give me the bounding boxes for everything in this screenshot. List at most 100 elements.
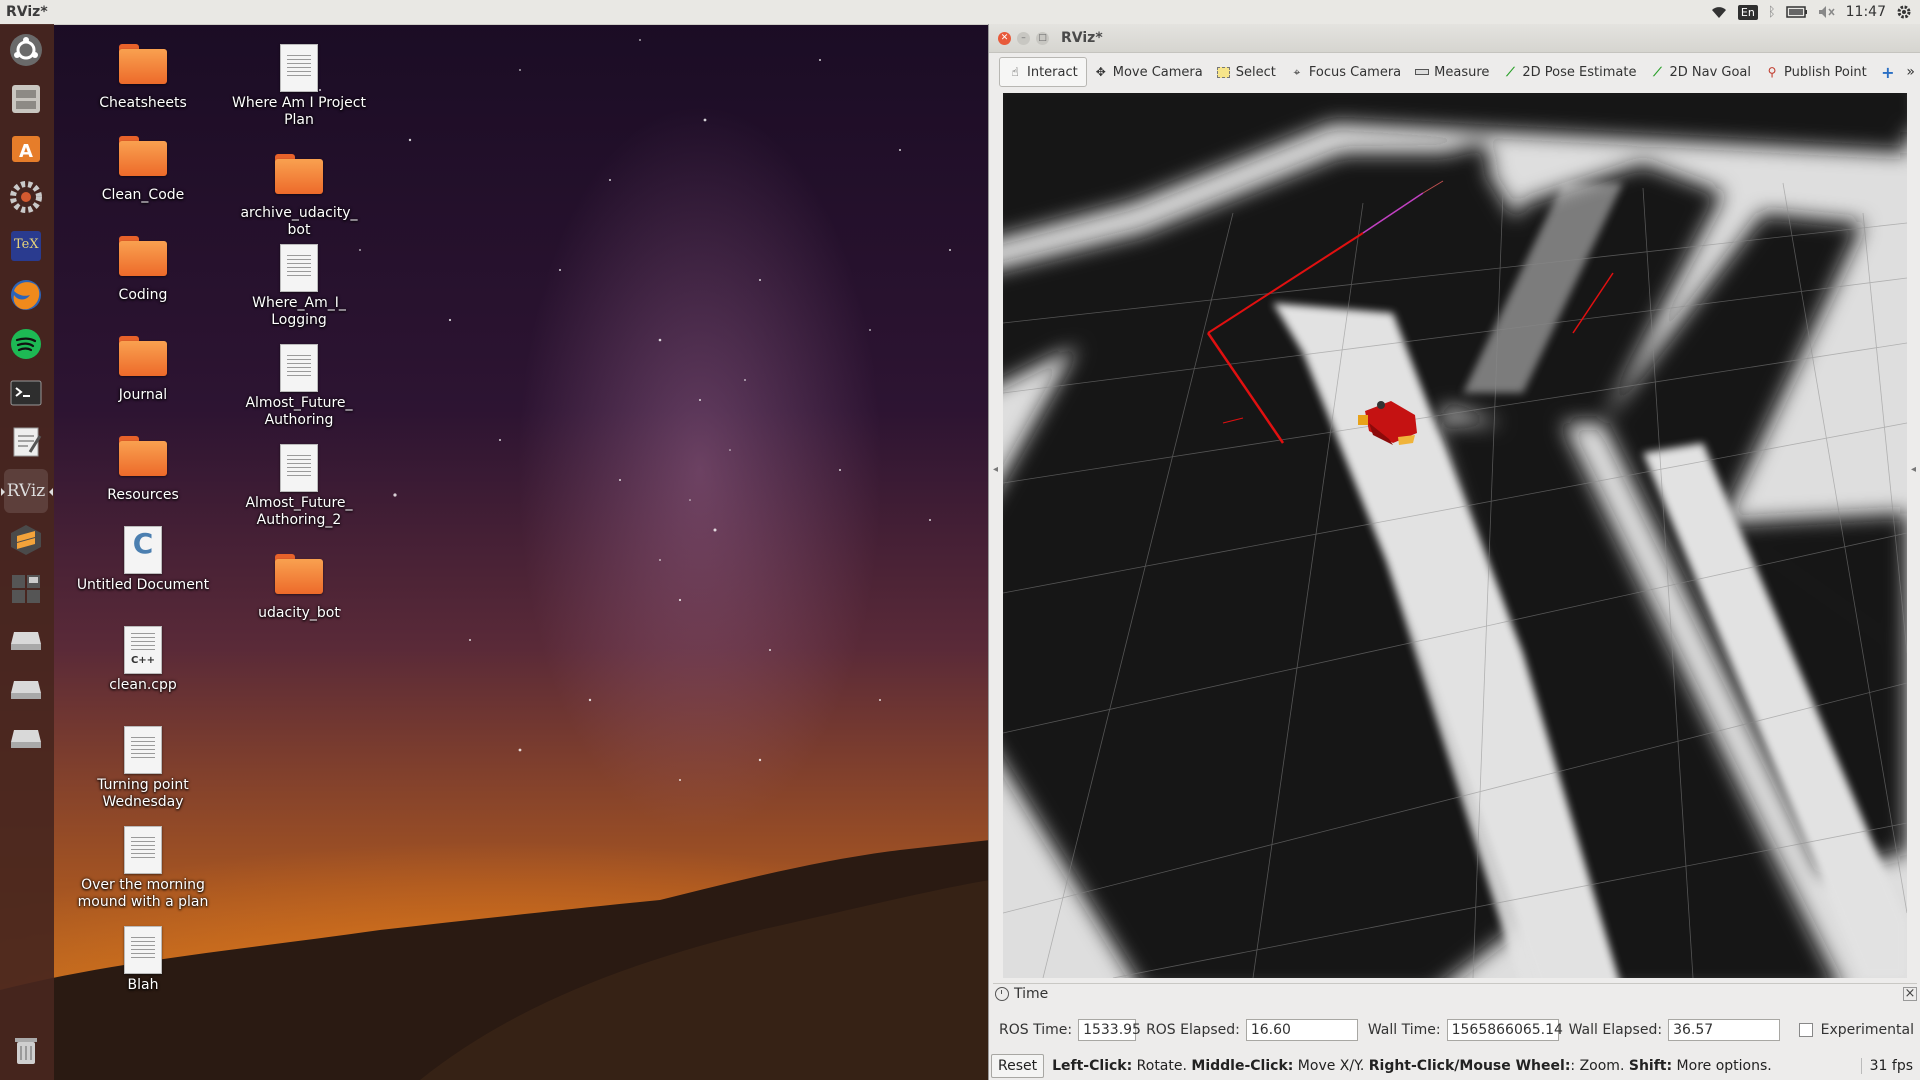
minimize-icon[interactable]: –	[1017, 31, 1030, 45]
pose-estimate-tool-button[interactable]: ⟋ 2D Pose Estimate	[1496, 58, 1643, 86]
desktop-file-almost-future-authoring[interactable]: Almost_Future_ Authoring	[224, 344, 374, 429]
folder-icon	[119, 436, 167, 476]
window-title: RViz*	[1061, 30, 1103, 46]
text-editor-icon	[13, 427, 42, 457]
workspace-switcher-launcher[interactable]	[4, 567, 48, 611]
drive-launcher-1[interactable]	[4, 616, 48, 660]
icon-label: Almost_Future_ Authoring	[245, 395, 353, 428]
texmaker-launcher[interactable]: TeX	[4, 224, 48, 268]
cpp-file-icon: C++	[124, 626, 162, 674]
desktop-file-where-am-i-logging[interactable]: Where_Am_I_ Logging	[224, 244, 374, 329]
text-file-icon	[124, 726, 162, 774]
window-titlebar[interactable]: ✕ – □ RViz*	[989, 24, 1920, 53]
ubuntu-dash-button[interactable]	[4, 28, 48, 72]
add-tool-button[interactable]: +	[1874, 58, 1902, 86]
spotify-launcher[interactable]	[4, 322, 48, 366]
3d-render-viewport[interactable]	[1003, 93, 1907, 978]
move-camera-label: Move Camera	[1112, 64, 1203, 80]
c-source-file-icon: C	[124, 526, 162, 574]
text-editor-launcher[interactable]	[4, 420, 48, 464]
desktop-file-blah[interactable]: Blah	[68, 926, 218, 994]
wall-time-field[interactable]: 1565866065.14	[1446, 1019, 1563, 1041]
close-panel-icon[interactable]: ×	[1903, 987, 1917, 1001]
desktop-folder-clean-code[interactable]: Clean_Code	[68, 130, 218, 204]
ros-elapsed-field[interactable]: 16.60	[1245, 1019, 1358, 1041]
hint-shift-desc: More options.	[1672, 1058, 1772, 1074]
folder-icon	[119, 136, 167, 176]
hint-left-click-desc: Rotate.	[1132, 1058, 1192, 1074]
desktop-file-where-am-i-plan[interactable]: Where Am I Project Plan	[224, 44, 374, 129]
wifi-icon[interactable]	[1710, 5, 1728, 19]
desktop-file-untitled-document[interactable]: C Untitled Document	[68, 526, 218, 594]
software-center-launcher[interactable]: A	[4, 126, 48, 170]
ros-time-label: ROS Time:	[999, 1022, 1073, 1038]
trash-launcher[interactable]	[4, 1028, 48, 1072]
time-panel-header: Time ×	[993, 983, 1917, 1004]
nav-goal-tool-button[interactable]: ⟋ 2D Nav Goal	[1643, 58, 1758, 86]
unity-launcher: A TeX RViz	[0, 24, 54, 1080]
bluetooth-icon[interactable]: ᛒ	[1768, 5, 1776, 20]
wall-time-label: Wall Time:	[1367, 1022, 1441, 1038]
move-camera-tool-button[interactable]: ✥ Move Camera	[1087, 58, 1210, 86]
drive-launcher-2[interactable]	[4, 665, 48, 709]
reset-button[interactable]: Reset	[991, 1054, 1045, 1078]
measure-tool-button[interactable]: Measure	[1408, 58, 1496, 86]
workspace-grid-icon	[12, 575, 40, 603]
hint-middle-click-desc: Move X/Y.	[1293, 1058, 1369, 1074]
ros-elapsed-label: ROS Elapsed:	[1146, 1022, 1240, 1038]
active-app-title: RViz*	[6, 4, 48, 20]
interact-tool-button[interactable]: ☝ Interact	[999, 57, 1087, 87]
desktop-file-turning-point[interactable]: Turning point Wednesday	[68, 726, 218, 811]
sublime-text-launcher[interactable]	[4, 518, 48, 562]
publish-point-label: Publish Point	[1784, 64, 1867, 80]
icon-label: udacity_bot	[258, 605, 340, 621]
maximize-icon[interactable]: □	[1036, 31, 1049, 45]
folder-icon	[275, 154, 323, 194]
left-dock-handle-icon[interactable]: ◂	[993, 464, 998, 475]
keyboard-layout-indicator[interactable]: En	[1737, 4, 1758, 20]
top-panel: RViz* En ᛒ 11:47	[0, 0, 1920, 25]
right-dock-handle-icon[interactable]: ◂	[1911, 464, 1916, 475]
desktop-file-clean-cpp[interactable]: C++ clean.cpp	[68, 626, 218, 694]
desktop-folder-coding[interactable]: Coding	[68, 230, 218, 304]
wall-elapsed-field[interactable]: 36.57	[1668, 1019, 1781, 1041]
terminal-launcher[interactable]	[4, 371, 48, 415]
desktop-file-over-the-morning[interactable]: Over the morning mound with a plan	[68, 826, 218, 911]
toolbar-overflow-button[interactable]: »	[1906, 64, 1920, 80]
desktop-folder-archive-udacity-bot[interactable]: archive_udacity_ bot	[224, 148, 374, 239]
ruler-icon	[1415, 65, 1430, 79]
desktop-folder-cheatsheets[interactable]: Cheatsheets	[68, 38, 218, 112]
select-tool-button[interactable]: Select	[1210, 58, 1283, 86]
icon-label: Untitled Document	[76, 577, 210, 593]
focus-camera-tool-button[interactable]: ⌖ Focus Camera	[1283, 58, 1408, 86]
desktop-folder-journal[interactable]: Journal	[68, 330, 218, 404]
volume-muted-icon[interactable]	[1818, 5, 1836, 19]
close-icon[interactable]: ✕	[998, 31, 1011, 45]
ros-time-field[interactable]: 1533.95	[1078, 1019, 1141, 1041]
desktop-folder-resources[interactable]: Resources	[68, 430, 218, 504]
firefox-icon	[11, 280, 41, 310]
battery-icon[interactable]	[1785, 6, 1808, 18]
crosshair-icon: ⌖	[1293, 64, 1301, 79]
files-launcher[interactable]	[4, 77, 48, 121]
firefox-launcher[interactable]	[4, 273, 48, 317]
icon-label: Cheatsheets	[99, 95, 187, 111]
gear-icon[interactable]	[1896, 4, 1912, 20]
wall-elapsed-label: Wall Elapsed:	[1568, 1022, 1663, 1038]
system-tray: En ᛒ 11:47	[1710, 4, 1920, 20]
clock[interactable]: 11:47	[1846, 4, 1886, 20]
desktop-file-almost-future-authoring-2[interactable]: Almost_Future_ Authoring_2	[224, 444, 374, 529]
experimental-checkbox[interactable]	[1798, 1023, 1813, 1037]
system-settings-launcher[interactable]	[4, 175, 48, 219]
icon-label: Turning point Wednesday	[97, 777, 189, 810]
publish-point-tool-button[interactable]: ⚲ Publish Point	[1758, 58, 1874, 86]
clock-icon	[995, 987, 1009, 1001]
drive-launcher-3[interactable]	[4, 714, 48, 758]
icon-label: Where_Am_I_ Logging	[252, 295, 346, 328]
cpp-glyph: C++	[130, 655, 156, 666]
rviz-icon: RViz	[6, 481, 46, 501]
folder-icon	[119, 44, 167, 84]
hard-drive-icon	[11, 632, 41, 650]
desktop-folder-udacity-bot[interactable]: udacity_bot	[224, 548, 374, 622]
rviz-launcher[interactable]: RViz	[1, 469, 53, 513]
